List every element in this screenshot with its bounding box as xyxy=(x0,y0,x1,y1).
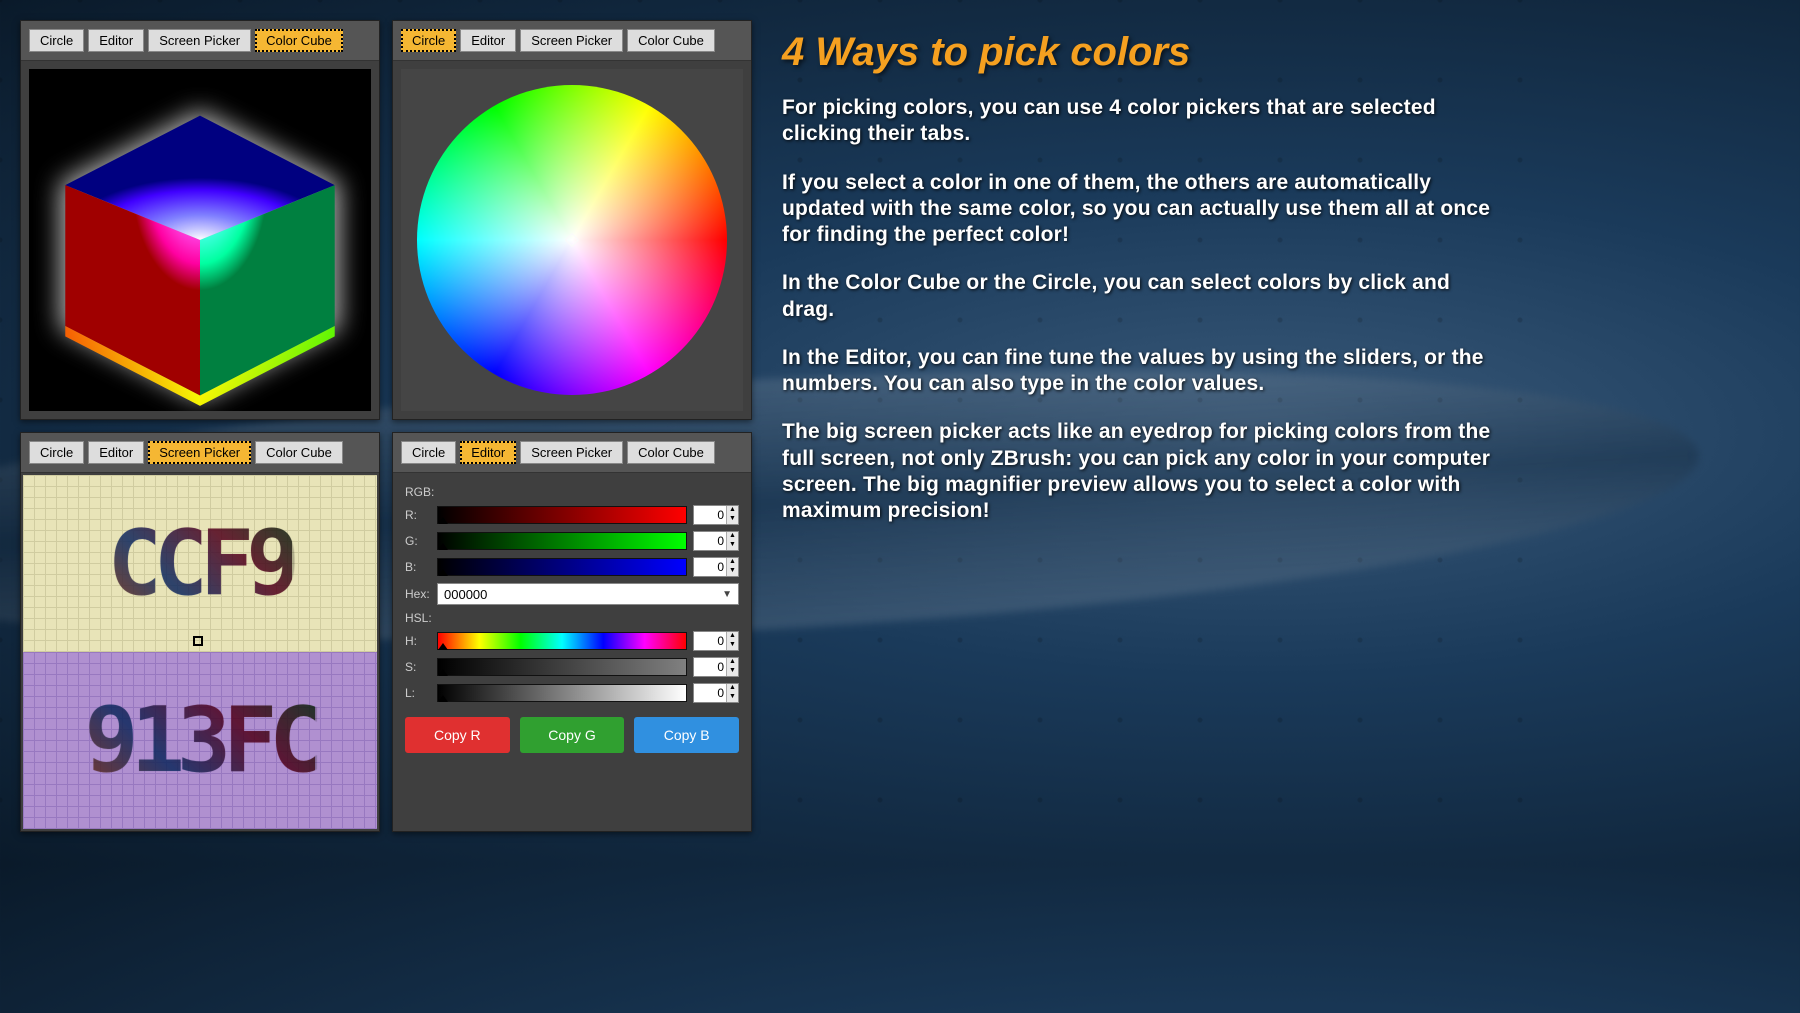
tab-editor[interactable]: Editor xyxy=(460,29,516,52)
tab-screen-picker[interactable]: Screen Picker xyxy=(520,29,623,52)
color-cube-canvas[interactable] xyxy=(29,69,371,411)
tab-color-cube[interactable]: Color Cube xyxy=(255,441,343,464)
r-spinner[interactable]: 0 ▲▼ xyxy=(693,505,739,525)
tab-circle[interactable]: Circle xyxy=(401,441,456,464)
b-spinner[interactable]: 0 ▲▼ xyxy=(693,557,739,577)
picker-cursor-icon xyxy=(193,636,203,646)
paragraph-5: The big screen picker acts like an eyedr… xyxy=(782,419,1496,524)
g-slider[interactable] xyxy=(437,532,687,550)
tab-screen-picker[interactable]: Screen Picker xyxy=(148,29,251,52)
circle-body xyxy=(393,61,751,419)
copy-b-button[interactable]: Copy B xyxy=(634,717,739,753)
tab-screen-picker[interactable]: Screen Picker xyxy=(520,441,623,464)
g-label: G: xyxy=(405,534,431,548)
tab-bar: Circle Editor Screen Picker Color Cube xyxy=(393,21,751,61)
color-cube-body xyxy=(21,61,379,419)
l-slider[interactable] xyxy=(437,684,687,702)
panel-circle: Circle Editor Screen Picker Color Cube xyxy=(392,20,752,420)
chevron-down-icon[interactable]: ▼ xyxy=(726,641,738,650)
l-spinner[interactable]: 0 ▲▼ xyxy=(693,683,739,703)
paragraph-4: In the Editor, you can fine tune the val… xyxy=(782,345,1496,398)
g-spinner[interactable]: 0 ▲▼ xyxy=(693,531,739,551)
tab-circle[interactable]: Circle xyxy=(29,29,84,52)
headline: 4 Ways to pick colors xyxy=(782,30,1496,75)
paragraph-2: If you select a color in one of them, th… xyxy=(782,170,1496,249)
panel-grid: Circle Editor Screen Picker Color Cube xyxy=(20,20,752,832)
chevron-up-icon[interactable]: ▲ xyxy=(726,532,738,541)
rgb-section-label: RGB: xyxy=(405,485,739,499)
panel-editor: Circle Editor Screen Picker Color Cube R… xyxy=(392,432,752,832)
r-value: 0 xyxy=(694,508,726,522)
panel-screen-picker: Circle Editor Screen Picker Color Cube C… xyxy=(20,432,380,832)
chevron-up-icon[interactable]: ▲ xyxy=(726,558,738,567)
s-value: 0 xyxy=(694,660,726,674)
paragraph-3: In the Color Cube or the Circle, you can… xyxy=(782,270,1496,323)
paragraph-1: For picking colors, you can use 4 color … xyxy=(782,95,1496,148)
color-wheel[interactable] xyxy=(417,85,727,395)
h-spinner[interactable]: 0 ▲▼ xyxy=(693,631,739,651)
chevron-up-icon[interactable]: ▲ xyxy=(726,632,738,641)
copy-g-button[interactable]: Copy G xyxy=(520,717,625,753)
g-value: 0 xyxy=(694,534,726,548)
h-slider[interactable] xyxy=(437,632,687,650)
hsl-section-label: HSL: xyxy=(405,611,739,625)
slider-thumb-icon xyxy=(438,643,448,650)
r-slider[interactable] xyxy=(437,506,687,524)
chevron-down-icon[interactable]: ▼ xyxy=(726,541,738,550)
description-column: 4 Ways to pick colors For picking colors… xyxy=(772,20,1516,832)
slider-thumb-icon xyxy=(438,569,448,576)
b-label: B: xyxy=(405,560,431,574)
tab-bar: Circle Editor Screen Picker Color Cube xyxy=(393,433,751,473)
editor-body: RGB: R: 0 ▲▼ G: 0 ▲▼ xyxy=(393,473,751,831)
tab-color-cube[interactable]: Color Cube xyxy=(627,441,715,464)
h-value: 0 xyxy=(694,634,726,648)
slider-thumb-icon xyxy=(438,517,448,524)
slider-thumb-icon xyxy=(438,543,448,550)
magnified-text-bottom: 913FC xyxy=(85,688,316,793)
copy-r-button[interactable]: Copy R xyxy=(405,717,510,753)
chevron-up-icon[interactable]: ▲ xyxy=(726,658,738,667)
chevron-down-icon[interactable]: ▼ xyxy=(722,589,732,600)
s-label: S: xyxy=(405,660,431,674)
slider-thumb-icon xyxy=(438,695,448,702)
screen-picker-body: CCF9 913FC xyxy=(21,473,379,831)
tab-editor[interactable]: Editor xyxy=(460,441,516,464)
hex-input[interactable]: 000000 ▼ xyxy=(437,583,739,605)
tab-color-cube[interactable]: Color Cube xyxy=(627,29,715,52)
hex-label: Hex: xyxy=(405,587,431,601)
tab-editor[interactable]: Editor xyxy=(88,29,144,52)
tab-bar: Circle Editor Screen Picker Color Cube xyxy=(21,433,379,473)
r-label: R: xyxy=(405,508,431,522)
magnified-text-top: CCF9 xyxy=(108,511,293,616)
l-value: 0 xyxy=(694,686,726,700)
hex-value: 000000 xyxy=(444,587,487,602)
chevron-up-icon[interactable]: ▲ xyxy=(726,684,738,693)
panel-color-cube: Circle Editor Screen Picker Color Cube xyxy=(20,20,380,420)
l-label: L: xyxy=(405,686,431,700)
wheel-marker-icon xyxy=(565,233,579,247)
tab-circle[interactable]: Circle xyxy=(29,441,84,464)
s-spinner[interactable]: 0 ▲▼ xyxy=(693,657,739,677)
h-label: H: xyxy=(405,634,431,648)
chevron-down-icon[interactable]: ▼ xyxy=(726,693,738,702)
slider-thumb-icon xyxy=(438,669,448,676)
chevron-down-icon[interactable]: ▼ xyxy=(726,667,738,676)
cube-icon xyxy=(29,69,371,411)
tab-circle[interactable]: Circle xyxy=(401,29,456,52)
tab-screen-picker[interactable]: Screen Picker xyxy=(148,441,251,464)
s-slider[interactable] xyxy=(437,658,687,676)
tab-bar: Circle Editor Screen Picker Color Cube xyxy=(21,21,379,61)
tab-editor[interactable]: Editor xyxy=(88,441,144,464)
b-value: 0 xyxy=(694,560,726,574)
chevron-down-icon[interactable]: ▼ xyxy=(726,515,738,524)
b-slider[interactable] xyxy=(437,558,687,576)
tab-color-cube[interactable]: Color Cube xyxy=(255,29,343,52)
chevron-up-icon[interactable]: ▲ xyxy=(726,506,738,515)
magnifier-preview[interactable]: CCF9 913FC xyxy=(23,475,377,829)
chevron-down-icon[interactable]: ▼ xyxy=(726,567,738,576)
